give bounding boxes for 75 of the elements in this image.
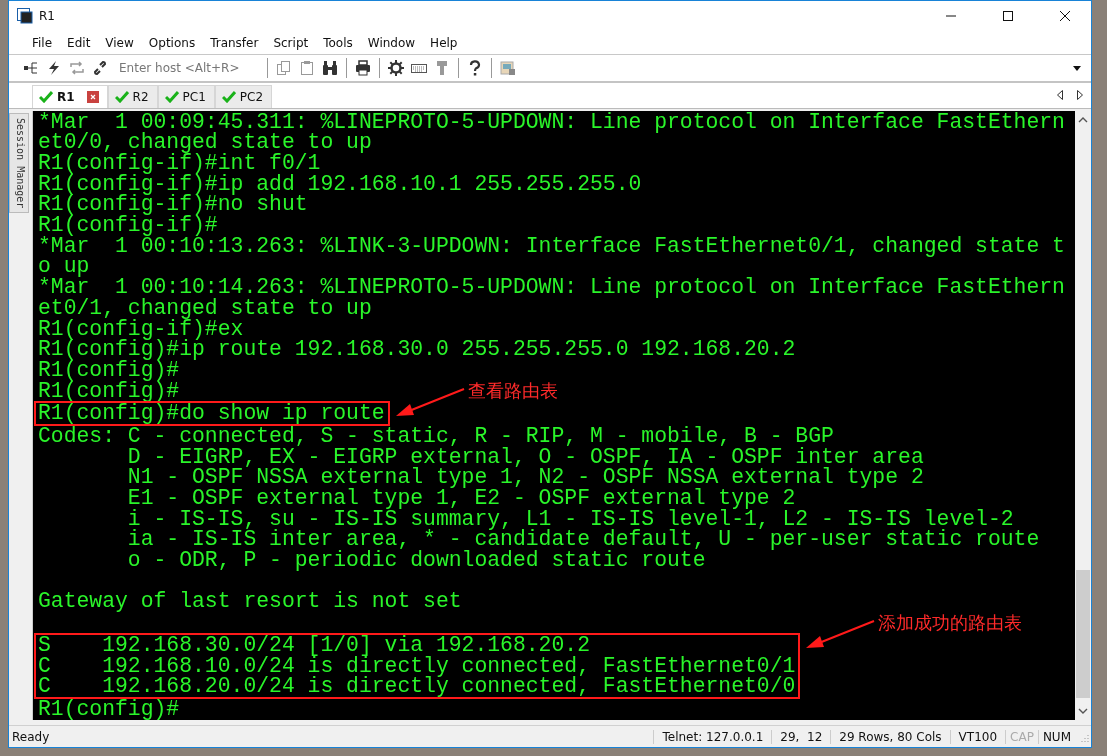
status-indicator: CAP [1005, 729, 1038, 744]
status-field: 29 Rows, 80 Cols [830, 729, 950, 744]
scroll-thumb[interactable] [1076, 569, 1090, 698]
terminal-line: Gateway of last resort is not set [38, 591, 462, 613]
tab-close-icon[interactable] [86, 90, 99, 103]
terminal-line: i - IS-IS, su - IS-IS summary, L1 - IS-IS level-1, L2 - IS-IS level-2 [126, 508, 1014, 530]
dropdown-caret-icon[interactable] [1073, 65, 1081, 71]
session-tab[interactable]: PC1 [157, 84, 215, 108]
tab-label: PC2 [239, 89, 264, 104]
tab-label: R2 [132, 89, 149, 104]
settings-icon[interactable] [388, 60, 404, 76]
host-field[interactable]: Enter host <Alt+R> [119, 61, 259, 75]
status-field: Telnet: 127.0.0.1 [653, 729, 772, 744]
terminal-line: o up [38, 256, 90, 278]
window-title: R1 [39, 9, 55, 24]
terminal-line: C 192.168.10.0/24 is directly connected, FastEthernet0/1 [38, 655, 796, 677]
maximize-icon[interactable] [1002, 10, 1014, 23]
terminal-line: o - ODR, P - periodic downloaded static route [126, 550, 706, 571]
terminal-line: R1(config)# [38, 359, 180, 381]
help-icon[interactable] [467, 60, 483, 76]
terminal-line: R1(config)#ip route 192.168.30.0 255.255.255.0 192.168.20.2 [38, 339, 796, 360]
terminal-line: E1 - OSPF external type 1, E2 - OSPF external type 2 [126, 488, 796, 509]
reconnect-icon[interactable] [69, 60, 85, 76]
terminal-line: Codes: C - connected, S - static, R - RIP, M - mobile, B - BGP [38, 425, 834, 447]
terminal-line: R1(config-if)#no shut [38, 194, 308, 216]
terminal-line: *Mar 1 00:09:45.311: %LINEPROTO-5-UPDOWN: Line protocol on Interface FastEthern [38, 111, 1065, 133]
menu-item[interactable]: Window [359, 35, 423, 50]
menu-item[interactable]: Options [140, 35, 203, 50]
menu-item[interactable]: Edit [59, 35, 98, 50]
terminal-line: S 192.168.30.0/24 [1/0] via 192.168.20.2 [38, 634, 590, 656]
terminal-line: ia - IS-IS inter area, * - candidate default, U - per-user static route [126, 529, 1040, 551]
link-icon[interactable] [92, 60, 108, 76]
scroll-down-icon[interactable] [1078, 707, 1088, 714]
printer-icon[interactable] [355, 60, 371, 76]
menu-item[interactable]: File [24, 35, 60, 50]
terminal-line: D - EIGRP, EX - EIGRP external, O - OSPF, IA - OSPF inter area [126, 446, 924, 468]
menu-item[interactable]: Tools [315, 35, 360, 50]
session-tab[interactable]: R1 [32, 84, 108, 108]
menu-item[interactable]: Script [265, 35, 316, 50]
close-icon[interactable] [1059, 10, 1071, 23]
status-message: Ready [11, 729, 51, 744]
terminal[interactable] [33, 110, 1075, 720]
tree-icon[interactable] [23, 60, 39, 76]
menu-item[interactable]: Help [422, 35, 465, 50]
terminal-line: R1(config-if)#int f0/1 [38, 153, 321, 174]
menu-item[interactable]: Transfer [202, 35, 266, 50]
scroll-left-icon[interactable] [1057, 89, 1063, 100]
terminal-line: R1(config)# [38, 380, 180, 402]
status-field: 29, 12 [771, 729, 831, 744]
tab-label: R1 [57, 89, 75, 104]
terminal-line: N1 - OSPF NSSA external type 1, N2 - OSPF NSSA external type 2 [126, 467, 924, 489]
terminal-line: C 192.168.20.0/24 is directly connected, FastEthernet0/0 [38, 676, 796, 697]
app-icon [17, 8, 33, 25]
terminal-line: R1(config-if)# [38, 215, 218, 236]
terminal-line: et0/0, changed state to up [38, 132, 372, 154]
status-indicator: NUM [1037, 729, 1075, 744]
status-field: VT100 [949, 729, 1006, 744]
clipboard-icon[interactable] [299, 60, 315, 76]
session-manager-tab[interactable]: Session Manager [9, 112, 29, 213]
menu-item[interactable]: View [97, 35, 141, 50]
terminal-line: R1(config)#do show ip route [38, 403, 385, 424]
session-tab[interactable]: PC2 [214, 84, 273, 108]
copy-icon[interactable] [276, 60, 292, 76]
scroll-up-icon[interactable] [1078, 116, 1088, 123]
tab-label: PC1 [182, 89, 206, 104]
terminal-line: et0/1, changed state to up [38, 297, 372, 319]
terminal-line: *Mar 1 00:10:13.263: %LINK-3-UPDOWN: Interface FastEthernet0/1, changed state t [38, 235, 1065, 257]
terminal-line: R1(config)# [38, 698, 180, 720]
scroll-right-icon[interactable] [1077, 89, 1083, 100]
terminal-line: *Mar 1 00:10:14.263: %LINEPROTO-5-UPDOWN: Line protocol on Interface FastEthern [38, 277, 1065, 298]
lightning-icon[interactable] [46, 60, 62, 76]
terminal-line: R1(config-if)#ip add 192.168.10.1 255.255.255.0 [38, 173, 642, 195]
binoculars-icon[interactable] [322, 60, 338, 76]
session-tab[interactable]: R2 [107, 84, 158, 108]
terminal-line: R1(config-if)#ex [38, 318, 244, 340]
